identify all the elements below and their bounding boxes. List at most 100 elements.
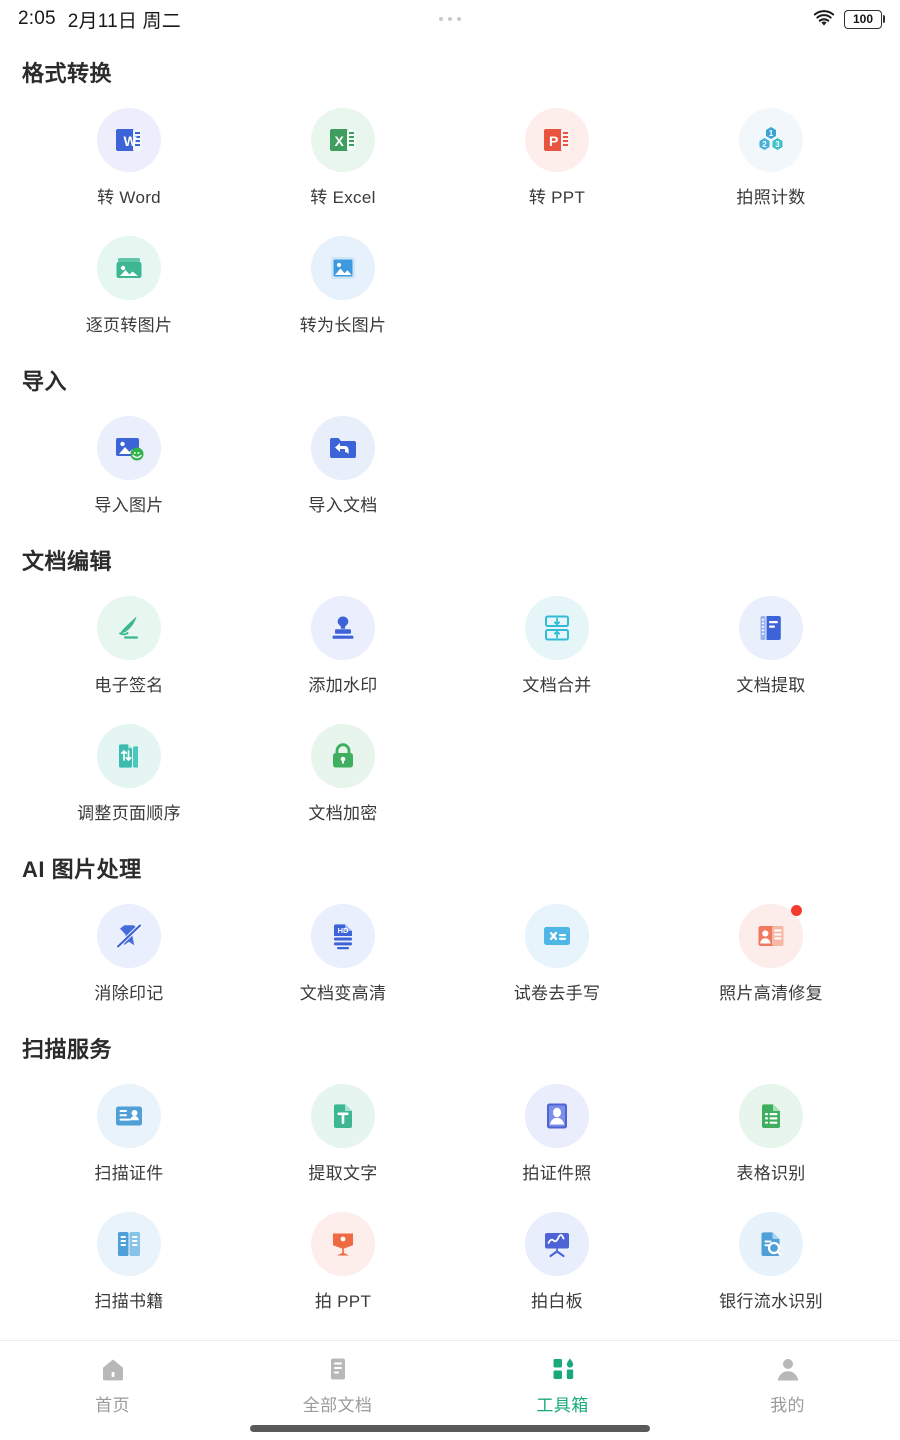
tool-tile-label: 照片高清修复 <box>719 984 823 1003</box>
tool-tile-label: 逐页转图片 <box>85 316 173 335</box>
tool-grid: 电子签名 添加水印 文档合并 文档提取 调整页面顺序 文档加密 <box>22 582 878 830</box>
tool-tile[interactable]: 拍 PPT <box>236 1198 450 1318</box>
tool-section: AI 图片处理 消除印记 HD 文档变高清 试卷去手写 照片高清修复 <box>22 852 878 1010</box>
nav-item-label: 工具箱 <box>536 1396 589 1415</box>
shoot-ppt-icon <box>311 1212 375 1276</box>
tool-tile-label: 扫描书籍 <box>94 1292 164 1311</box>
section-title: 扫描服务 <box>22 1037 113 1062</box>
profile-icon <box>774 1354 802 1384</box>
tool-tile[interactable]: HD 文档变高清 <box>236 890 450 1010</box>
toolbox-content: 格式转换 W 转 Word X 转 Excel P 转 PPT 1 2 3 拍照计数 <box>0 56 900 1440</box>
section-title: 文档编辑 <box>22 549 113 574</box>
tool-tile[interactable]: 导入图片 <box>22 402 236 522</box>
status-bar: 2:05 2月11日 周二 100 <box>0 0 900 38</box>
remove-handwriting-icon <box>525 904 589 968</box>
import-image-icon <box>97 416 161 480</box>
tool-tile-label: 文档合并 <box>522 676 592 695</box>
scan-id-icon <box>97 1084 161 1148</box>
tool-tile[interactable]: 1 2 3 拍照计数 <box>664 94 878 214</box>
status-date: 2月11日 周二 <box>67 10 181 32</box>
tool-tile[interactable]: 逐页转图片 <box>22 222 236 342</box>
notification-badge <box>791 905 802 916</box>
tool-grid: W 转 Word X 转 Excel P 转 PPT 1 2 3 拍照计数 逐页转图片 <box>22 94 878 342</box>
tool-tile[interactable]: 文档加密 <box>236 710 450 830</box>
nav-item-home[interactable]: 首页 <box>0 1341 225 1440</box>
whiteboard-icon <box>525 1212 589 1276</box>
toolbox-icon <box>549 1354 577 1384</box>
tool-tile[interactable]: 提取文字 <box>236 1070 450 1190</box>
tool-tile[interactable]: 银行流水识别 <box>664 1198 878 1318</box>
pages-to-image-icon <box>97 236 161 300</box>
id-photo-icon <box>525 1084 589 1148</box>
nav-item-label: 全部文档 <box>302 1396 373 1415</box>
bottom-navigation: 首页 全部文档 工具箱 我的 <box>0 1340 900 1440</box>
documents-icon <box>324 1354 352 1384</box>
hd-document-icon: HD <box>311 904 375 968</box>
scan-book-icon <box>97 1212 161 1276</box>
tool-tile[interactable]: P 转 PPT <box>450 94 664 214</box>
excel-icon: X <box>311 108 375 172</box>
tool-tile[interactable]: 文档合并 <box>450 582 664 702</box>
more-dots-icon <box>439 17 461 21</box>
battery-level: 100 <box>852 12 874 26</box>
tool-tile-label: 导入文档 <box>308 496 378 515</box>
tool-tile-label: 拍证件照 <box>522 1164 592 1183</box>
tool-tile[interactable]: 照片高清修复 <box>664 890 878 1010</box>
tool-tile[interactable]: 添加水印 <box>236 582 450 702</box>
tool-tile[interactable]: 调整页面顺序 <box>22 710 236 830</box>
tool-tile[interactable]: 拍证件照 <box>450 1070 664 1190</box>
extract-text-icon <box>311 1084 375 1148</box>
battery-indicator: 100 <box>844 9 882 29</box>
tool-tile[interactable]: 电子签名 <box>22 582 236 702</box>
tool-section: 扫描服务 扫描证件 提取文字 拍证件照 表格识别 扫描书籍 拍 PPT 拍白板 … <box>22 1032 878 1318</box>
tool-tile-label: 拍照计数 <box>736 188 806 207</box>
tool-tile-label: 转 PPT <box>528 188 586 207</box>
svg-text:2: 2 <box>762 140 767 149</box>
merge-doc-icon <box>525 596 589 660</box>
status-bar-left: 2:05 2月11日 周二 <box>18 6 181 33</box>
tool-tile-label: 拍白板 <box>531 1292 583 1311</box>
tool-tile[interactable]: 文档提取 <box>664 582 878 702</box>
tool-grid: 消除印记 HD 文档变高清 试卷去手写 照片高清修复 <box>22 890 878 1010</box>
tool-tile-label: 扫描证件 <box>94 1164 164 1183</box>
extract-doc-icon <box>739 596 803 660</box>
tool-section: 文档编辑 电子签名 添加水印 文档合并 文档提取 调整页面顺序 文档加密 <box>22 544 878 830</box>
nav-item-label: 我的 <box>770 1396 805 1415</box>
tool-tile[interactable]: 拍白板 <box>450 1198 664 1318</box>
tool-tile[interactable]: 扫描书籍 <box>22 1198 236 1318</box>
tool-tile-label: 试卷去手写 <box>513 984 601 1003</box>
tool-tile[interactable]: X 转 Excel <box>236 94 450 214</box>
lock-doc-icon <box>311 724 375 788</box>
status-bar-right: 100 <box>812 9 882 29</box>
svg-text:3: 3 <box>775 140 780 149</box>
section-title: AI 图片处理 <box>22 857 142 882</box>
tool-tile-label: 转 Excel <box>310 188 376 207</box>
remove-mark-icon <box>97 904 161 968</box>
tool-tile[interactable]: 导入文档 <box>236 402 450 522</box>
tool-tile[interactable]: 表格识别 <box>664 1070 878 1190</box>
reorder-pages-icon <box>97 724 161 788</box>
tool-tile-label: 转 Word <box>97 188 161 207</box>
nav-item-profile[interactable]: 我的 <box>675 1341 900 1440</box>
tool-grid: 扫描证件 提取文字 拍证件照 表格识别 扫描书籍 拍 PPT 拍白板 银行流水识… <box>22 1070 878 1318</box>
home-indicator <box>250 1425 650 1432</box>
word-icon: W <box>97 108 161 172</box>
tool-tile[interactable]: 消除印记 <box>22 890 236 1010</box>
powerpoint-icon: P <box>525 108 589 172</box>
wifi-icon <box>812 9 836 29</box>
tool-tile[interactable]: 试卷去手写 <box>450 890 664 1010</box>
tool-tile[interactable]: 扫描证件 <box>22 1070 236 1190</box>
section-title: 导入 <box>22 369 68 394</box>
watermark-icon <box>311 596 375 660</box>
tool-tile-label: 表格识别 <box>736 1164 806 1183</box>
tool-tile-label: 拍 PPT <box>314 1292 372 1311</box>
tool-tile[interactable]: W 转 Word <box>22 94 236 214</box>
nav-item-label: 首页 <box>95 1396 130 1415</box>
tool-grid: 导入图片 导入文档 <box>22 402 878 522</box>
tool-tile[interactable]: 转为长图片 <box>236 222 450 342</box>
tool-tile-label: 调整页面顺序 <box>77 804 181 823</box>
photo-restore-icon <box>739 904 803 968</box>
tool-tile-label: 消除印记 <box>94 984 164 1003</box>
bank-statement-icon <box>739 1212 803 1276</box>
svg-text:HD: HD <box>338 926 349 935</box>
